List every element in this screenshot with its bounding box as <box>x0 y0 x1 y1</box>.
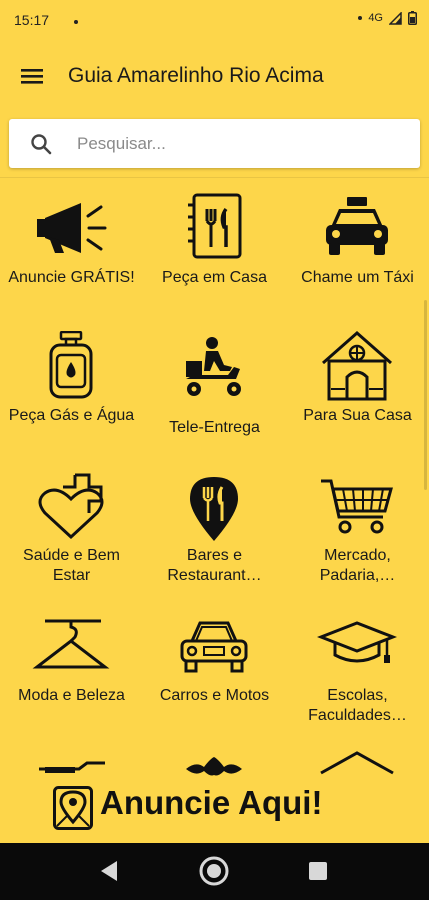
category-saude-e-bem-estar[interactable]: Saúde e Bem Estar <box>0 466 143 604</box>
menu-book-icon <box>188 193 242 259</box>
notification-dot-icon <box>358 16 363 20</box>
page-title: Guia Amarelinho Rio Acima <box>68 64 324 87</box>
category-label: Peça Gás e Água <box>8 407 135 424</box>
category-moda-e-beleza[interactable]: Moda e Beleza <box>0 606 143 744</box>
category-tele-entrega[interactable]: Tele-Entrega <box>143 326 286 464</box>
partial-icon <box>186 757 242 776</box>
search-bar[interactable] <box>9 119 420 168</box>
megaphone-icon <box>37 203 107 253</box>
category-label: Escolas, Faculdades… <box>308 687 407 724</box>
status-time: 15:17 <box>14 12 50 28</box>
category-grid: Anuncie GRÁTIS! Peça em Casa Chame um Tá… <box>0 186 429 786</box>
recent-apps-icon[interactable] <box>302 855 334 887</box>
category-partial-1[interactable] <box>0 746 143 786</box>
category-partial-2[interactable] <box>143 746 286 786</box>
hanger-icon <box>32 619 110 669</box>
category-peca-em-casa[interactable]: Peça em Casa <box>143 186 286 324</box>
category-label: Mercado, Padaria,… <box>319 547 396 584</box>
category-peca-gas-e-agua[interactable]: Peça Gás e Água <box>0 326 143 464</box>
battery-icon <box>408 11 417 25</box>
restaurant-pin-icon <box>190 477 238 541</box>
network-type: 4G <box>368 12 383 24</box>
home-icon[interactable] <box>198 855 230 887</box>
category-label: Bares e Restaurant… <box>167 547 262 584</box>
category-mercado-padaria[interactable]: Mercado, Padaria,… <box>286 466 429 604</box>
category-anuncie-gratis[interactable]: Anuncie GRÁTIS! <box>0 186 143 324</box>
notification-dot-icon <box>74 20 78 24</box>
hamburger-menu-icon[interactable] <box>20 64 46 88</box>
partial-icon <box>39 761 105 773</box>
back-icon[interactable] <box>93 855 125 887</box>
house-icon <box>322 331 392 401</box>
search-icon[interactable] <box>29 132 53 156</box>
category-label: Carros e Motos <box>159 687 270 704</box>
category-chame-um-taxi[interactable]: Chame um Táxi <box>286 186 429 324</box>
banner-text: Anuncie Aqui! <box>100 784 323 821</box>
category-label: Saúde e Bem Estar <box>23 547 120 584</box>
map-pin-icon <box>53 786 93 830</box>
taxi-icon <box>326 197 388 255</box>
car-icon <box>180 621 248 673</box>
graduation-cap-icon <box>317 621 397 663</box>
partial-icon <box>320 751 394 775</box>
category-label: Tele-Entrega <box>169 419 260 436</box>
category-escolas-faculdades[interactable]: Escolas, Faculdades… <box>286 606 429 744</box>
category-label: Peça em Casa <box>162 269 267 286</box>
status-bar: 15:17 4G <box>0 0 429 44</box>
category-bares-e-restaurantes[interactable]: Bares e Restaurant… <box>143 466 286 604</box>
anuncie-aqui-banner[interactable]: Anuncie Aqui! <box>0 782 429 842</box>
category-label: Moda e Beleza <box>18 687 125 704</box>
app-bar: Guia Amarelinho Rio Acima <box>0 44 429 110</box>
divider <box>0 177 429 178</box>
health-heart-icon <box>38 473 104 540</box>
search-input[interactable] <box>75 129 399 159</box>
category-label: Anuncie GRÁTIS! <box>8 269 135 286</box>
signal-icon <box>389 11 402 25</box>
category-label: Para Sua Casa <box>303 407 412 424</box>
category-partial-3[interactable] <box>286 746 429 786</box>
navigation-bar <box>0 843 429 900</box>
shopping-cart-icon <box>321 479 393 534</box>
category-label: Chame um Táxi <box>301 269 414 286</box>
category-carros-e-motos[interactable]: Carros e Motos <box>143 606 286 744</box>
status-indicators: 4G <box>358 11 417 25</box>
gas-cylinder-icon <box>49 331 93 399</box>
delivery-scooter-icon <box>186 337 241 396</box>
scrollbar[interactable] <box>424 300 427 490</box>
category-para-sua-casa[interactable]: Para Sua Casa <box>286 326 429 464</box>
